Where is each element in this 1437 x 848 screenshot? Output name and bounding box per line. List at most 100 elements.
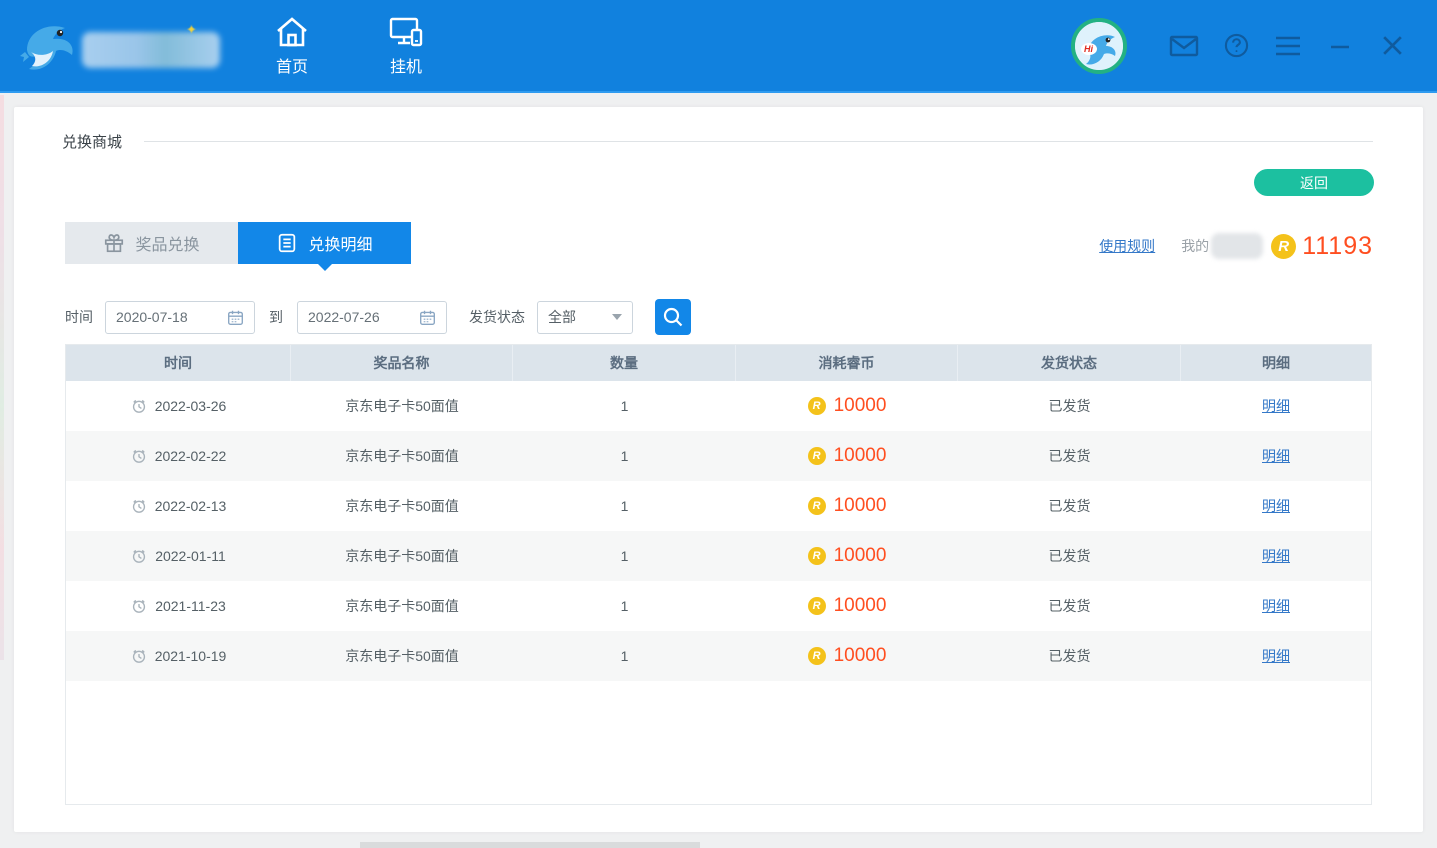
avatar[interactable]: Hi	[1071, 18, 1127, 74]
dolphin-logo-icon	[16, 16, 82, 76]
row-status: 已发货	[958, 496, 1181, 516]
gift-icon	[103, 232, 125, 254]
clock-icon	[131, 498, 147, 514]
monitor-phone-icon	[388, 15, 424, 49]
header-divider	[144, 141, 1373, 142]
avatar-dolphin-icon: Hi	[1075, 22, 1123, 70]
row-detail-link[interactable]: 明细	[1262, 646, 1290, 666]
row-prize: 京东电子卡50面值	[291, 446, 513, 466]
minimize-icon[interactable]	[1325, 31, 1355, 61]
clock-icon	[131, 448, 147, 464]
row-detail-link[interactable]: 明细	[1262, 396, 1290, 416]
coin-icon: R	[808, 497, 826, 515]
row-date: 2021-11-23	[155, 598, 226, 614]
coin-icon: R	[808, 597, 826, 615]
taskbar-sliver	[360, 842, 700, 848]
app-logo: ✦	[16, 16, 246, 76]
sparkle-icon: ✦	[186, 22, 197, 38]
row-coins: 10000	[834, 395, 887, 417]
cell-time: 2022-03-26	[66, 398, 291, 414]
tab-prize-exchange[interactable]: 奖品兑换	[65, 222, 238, 264]
mail-icon[interactable]	[1169, 31, 1199, 61]
row-date: 2022-02-22	[155, 448, 227, 464]
row-date: 2022-01-11	[155, 548, 226, 564]
row-prize: 京东电子卡50面值	[291, 546, 513, 566]
row-coins: 10000	[834, 545, 887, 567]
window-controls	[1169, 31, 1407, 61]
row-date: 2022-02-13	[155, 498, 227, 514]
cell-time: 2022-02-13	[66, 498, 291, 514]
date-to-input[interactable]: 2022-07-26	[297, 301, 447, 334]
search-button[interactable]	[655, 299, 691, 335]
help-icon[interactable]	[1221, 31, 1251, 61]
cell-detail: 明细	[1181, 396, 1371, 416]
table-row: 2022-02-13 京东电子卡50面值 1 R 10000 已发货 明细	[66, 481, 1371, 531]
coin-icon: R	[1271, 234, 1296, 259]
row-prize: 京东电子卡50面值	[291, 646, 513, 666]
nav-hangup[interactable]: 挂机	[374, 15, 438, 77]
cell-time: 2022-02-22	[66, 448, 291, 464]
row-quantity: 1	[513, 398, 736, 414]
main-nav: 首页 挂机	[260, 15, 438, 77]
row-detail-link[interactable]: 明细	[1262, 496, 1290, 516]
row-status: 已发货	[958, 546, 1181, 566]
row-quantity: 1	[513, 598, 736, 614]
cell-time: 2021-10-19	[66, 648, 291, 664]
header-coins-spent: 消耗睿币	[736, 345, 958, 381]
row-prize: 京东电子卡50面值	[291, 396, 513, 416]
tab-exchange-details-label: 兑换明细	[308, 231, 372, 255]
header-quantity: 数量	[513, 345, 736, 381]
tab-exchange-details[interactable]: 兑换明细	[238, 222, 411, 264]
header-detail: 明细	[1181, 345, 1371, 381]
row-quantity: 1	[513, 548, 736, 564]
svg-text:Hi: Hi	[1084, 44, 1093, 54]
row-status: 已发货	[958, 646, 1181, 666]
nav-hangup-label: 挂机	[390, 53, 422, 77]
clock-icon	[131, 598, 147, 614]
row-quantity: 1	[513, 448, 736, 464]
my-balance-label: 我的	[1181, 236, 1209, 256]
cell-detail: 明细	[1181, 596, 1371, 616]
cell-detail: 明细	[1181, 446, 1371, 466]
row-date: 2021-10-19	[155, 648, 227, 664]
list-icon	[276, 232, 298, 254]
row-coins: 10000	[834, 595, 887, 617]
back-button[interactable]: 返回	[1254, 169, 1374, 196]
balance-row: 使用规则 我的 R 11193	[1099, 229, 1373, 263]
date-to-value: 2022-07-26	[308, 309, 419, 325]
row-detail-link[interactable]: 明细	[1262, 446, 1290, 466]
close-icon[interactable]	[1377, 31, 1407, 61]
cell-detail: 明细	[1181, 546, 1371, 566]
clock-icon	[131, 548, 147, 564]
table-header: 时间 奖品名称 数量 消耗睿币 发货状态 明细	[66, 345, 1371, 381]
table-row: 2021-10-19 京东电子卡50面值 1 R 10000 已发货 明细	[66, 631, 1371, 681]
date-from-input[interactable]: 2020-07-18	[105, 301, 255, 334]
row-prize: 京东电子卡50面值	[291, 496, 513, 516]
nav-home[interactable]: 首页	[260, 15, 324, 77]
cell-coins: R 10000	[736, 445, 958, 467]
cell-detail: 明细	[1181, 496, 1371, 516]
cell-coins: R 10000	[736, 395, 958, 417]
coin-icon: R	[808, 447, 826, 465]
filter-bar: 时间 2020-07-18 到 2022-07-26 发货状态 全部	[65, 299, 691, 335]
clock-icon	[131, 398, 147, 414]
table-body: 2022-03-26 京东电子卡50面值 1 R 10000 已发货 明细 20…	[66, 381, 1371, 681]
shipping-status-label: 发货状态	[469, 307, 525, 327]
row-detail-link[interactable]: 明细	[1262, 546, 1290, 566]
to-label: 到	[269, 307, 283, 327]
row-coins: 10000	[834, 495, 887, 517]
row-detail-link[interactable]: 明细	[1262, 596, 1290, 616]
cell-time: 2022-01-11	[66, 548, 291, 564]
username-blurred	[1211, 233, 1263, 259]
row-quantity: 1	[513, 498, 736, 514]
usage-rules-link[interactable]: 使用规则	[1099, 236, 1155, 256]
balance-value: 11193	[1302, 232, 1373, 261]
chevron-down-icon	[612, 314, 622, 320]
menu-icon[interactable]	[1273, 31, 1303, 61]
status-select[interactable]: 全部	[537, 301, 633, 334]
table-row: 2022-02-22 京东电子卡50面值 1 R 10000 已发货 明细	[66, 431, 1371, 481]
row-date: 2022-03-26	[155, 398, 227, 414]
time-filter-label: 时间	[65, 307, 93, 327]
exchange-mall-panel: 兑换商城 返回 奖品兑换 兑换明细 使用规则 我的 R 11193	[14, 107, 1423, 832]
nav-home-label: 首页	[276, 53, 308, 77]
